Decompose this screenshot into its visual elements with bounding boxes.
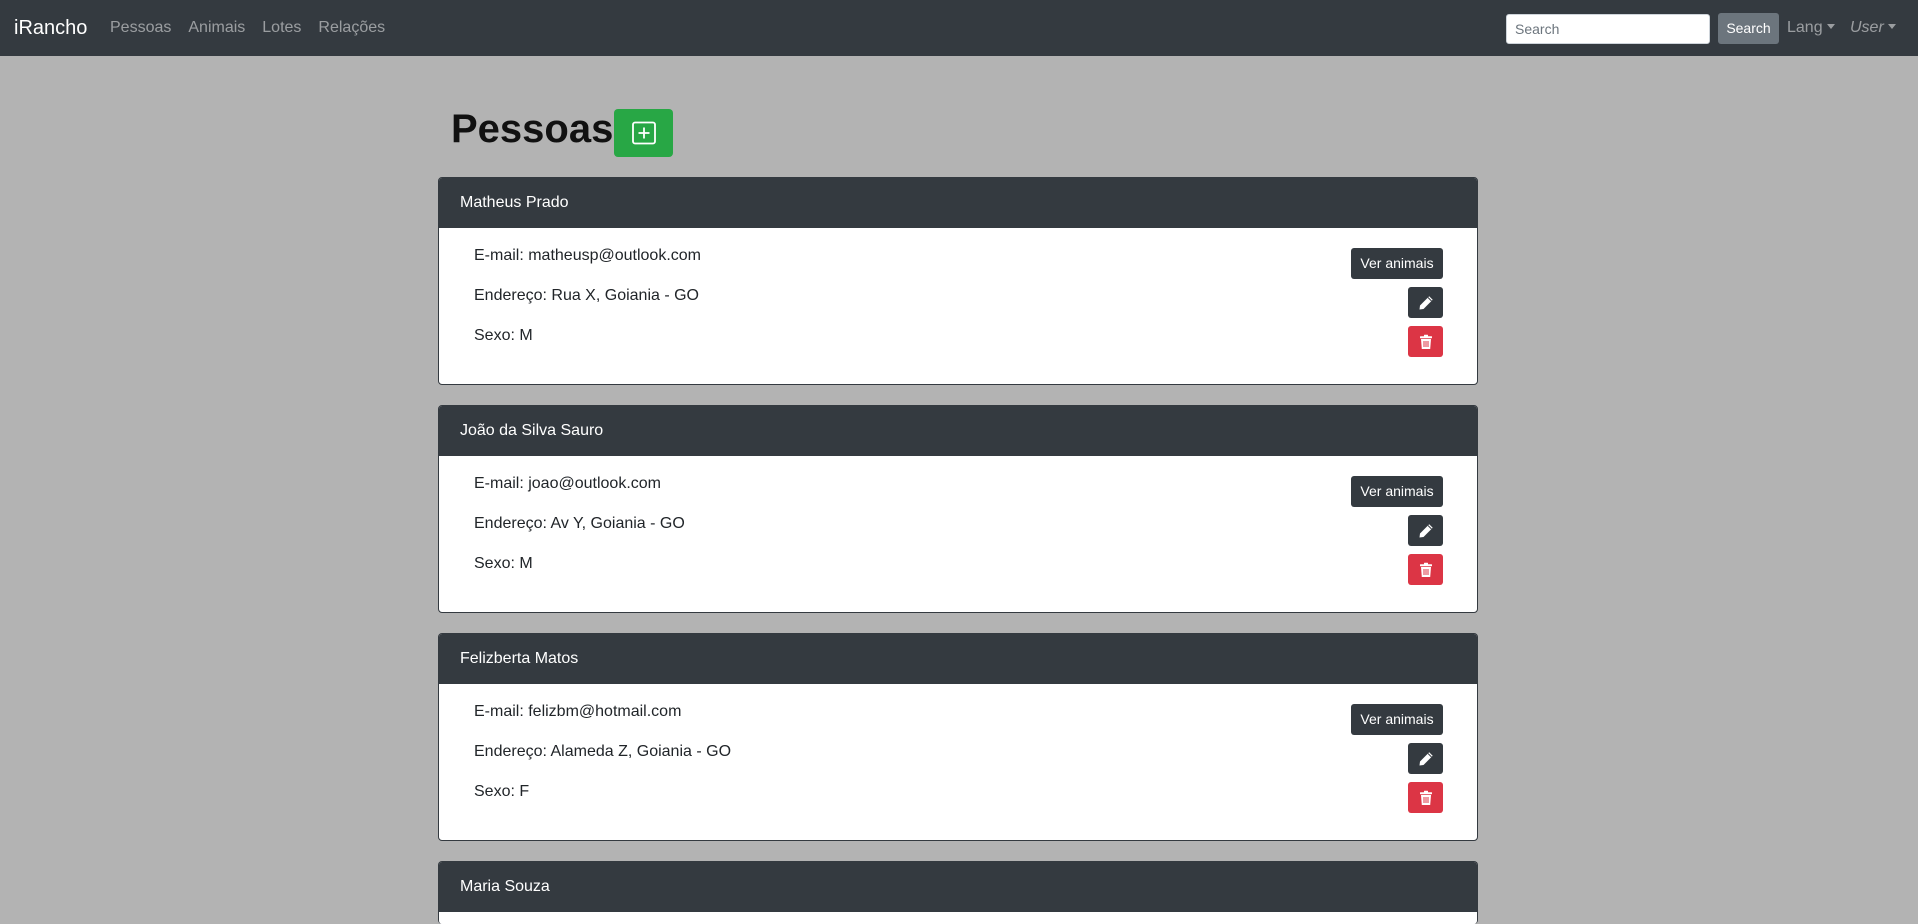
add-person-button[interactable] xyxy=(614,109,673,157)
view-animals-button[interactable]: Ver animais xyxy=(1351,248,1443,279)
person-sex: Sexo: F xyxy=(474,783,530,800)
pencil-icon xyxy=(1419,752,1433,766)
search-button[interactable]: Search xyxy=(1718,13,1779,44)
person-address: Endereço: Rua X, Goiania - GO xyxy=(474,287,699,304)
lang-dropdown[interactable]: Lang xyxy=(1787,18,1835,38)
person-card: Matheus Prado E-mail: matheusp@outlook.c… xyxy=(438,177,1478,385)
trash-icon xyxy=(1420,790,1432,805)
person-card: Felizberta Matos E-mail: felizbm@hotmail… xyxy=(438,633,1478,841)
nav-link-relacoes[interactable]: Relações xyxy=(318,18,385,38)
nav-link-pessoas[interactable]: Pessoas xyxy=(110,18,171,38)
page-title: Pessoas xyxy=(451,107,614,151)
edit-person-button[interactable] xyxy=(1408,287,1443,318)
person-card: João da Silva Sauro E-mail: joao@outlook… xyxy=(438,405,1478,613)
user-dropdown[interactable]: User xyxy=(1850,18,1896,38)
delete-person-button[interactable] xyxy=(1408,782,1443,813)
brand-logo[interactable]: iRancho xyxy=(14,15,87,41)
chevron-down-icon xyxy=(1887,24,1896,29)
person-email: E-mail: felizbm@hotmail.com xyxy=(474,703,682,720)
pencil-icon xyxy=(1419,296,1433,310)
view-animals-button[interactable]: Ver animais xyxy=(1351,476,1443,507)
nav-link-animais[interactable]: Animais xyxy=(188,18,245,38)
nav-links: Pessoas Animais Lotes Relações xyxy=(110,18,385,38)
view-animals-button[interactable]: Ver animais xyxy=(1351,704,1443,735)
person-email: E-mail: matheusp@outlook.com xyxy=(474,247,701,264)
edit-person-button[interactable] xyxy=(1408,743,1443,774)
lang-dropdown-label: Lang xyxy=(1787,19,1823,36)
person-address: Endereço: Alameda Z, Goiania - GO xyxy=(474,743,732,760)
person-name: Matheus Prado xyxy=(439,178,1477,228)
pencil-icon xyxy=(1419,524,1433,538)
person-address: Endereço: Av Y, Goiania - GO xyxy=(474,515,685,532)
person-name: Maria Souza xyxy=(439,862,1477,912)
top-navbar: iRancho Pessoas Animais Lotes Relações S… xyxy=(0,0,1918,56)
search-input[interactable] xyxy=(1506,14,1710,44)
chevron-down-icon xyxy=(1826,24,1835,29)
delete-person-button[interactable] xyxy=(1408,554,1443,585)
person-email: E-mail: joao@outlook.com xyxy=(474,475,661,492)
person-sex: Sexo: M xyxy=(474,555,533,572)
person-sex: Sexo: M xyxy=(474,327,533,344)
trash-icon xyxy=(1420,562,1432,577)
delete-person-button[interactable] xyxy=(1408,326,1443,357)
trash-icon xyxy=(1420,334,1432,349)
person-name: Felizberta Matos xyxy=(439,634,1477,684)
card-body xyxy=(439,912,1477,924)
nav-link-lotes[interactable]: Lotes xyxy=(262,18,301,38)
user-dropdown-label: User xyxy=(1850,19,1884,36)
person-card: Maria Souza xyxy=(438,861,1478,924)
person-name: João da Silva Sauro xyxy=(439,406,1477,456)
plus-square-icon xyxy=(632,121,656,145)
edit-person-button[interactable] xyxy=(1408,515,1443,546)
